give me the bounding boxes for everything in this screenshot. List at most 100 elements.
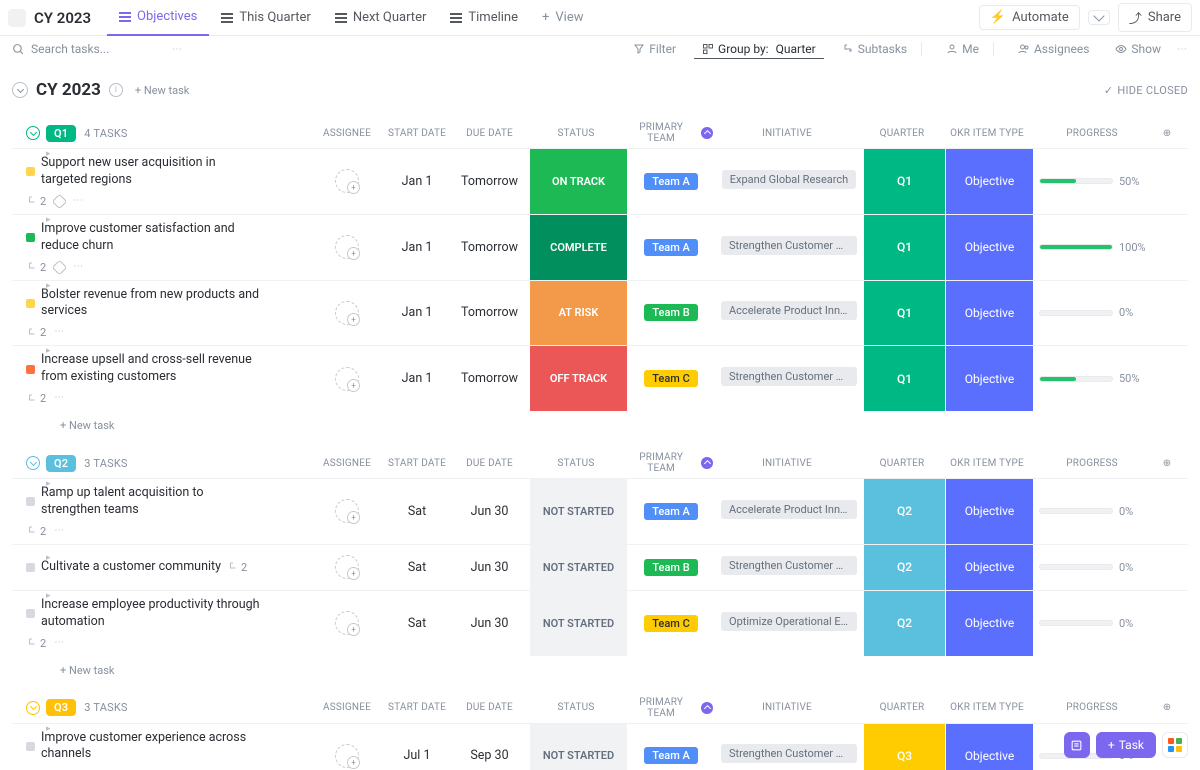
due-date[interactable]: Jun 30 — [452, 560, 527, 575]
assignee-avatar[interactable] — [335, 611, 359, 635]
tab-objectives[interactable]: Objectives — [107, 0, 209, 36]
link-badge[interactable] — [54, 261, 65, 274]
expand-icon[interactable]: ▸ — [46, 149, 51, 159]
progress-cell[interactable]: 0% — [1033, 617, 1155, 630]
col-team[interactable]: PRIMARY TEAM — [625, 697, 713, 719]
row-more[interactable]: ⋯ — [73, 195, 84, 208]
start-date[interactable]: Jul 1 — [382, 748, 452, 763]
col-quarter[interactable]: QUARTER — [861, 458, 943, 469]
due-date[interactable]: Tomorrow — [452, 174, 527, 189]
status-cell[interactable]: OFF TRACK — [530, 346, 627, 411]
subtask-count[interactable]: 2 — [26, 392, 46, 405]
search-more[interactable]: ⋯ — [172, 44, 183, 55]
assignee-avatar[interactable] — [335, 744, 359, 768]
assignee-avatar[interactable] — [335, 555, 359, 579]
initiative-chip[interactable]: Strengthen Customer Retenti... — [721, 744, 857, 763]
start-date[interactable]: Sat — [382, 616, 452, 631]
col-assignee[interactable]: ASSIGNEE — [312, 128, 382, 139]
start-date[interactable]: Sat — [382, 504, 452, 519]
team-chip[interactable]: Team A — [644, 173, 698, 190]
group-chip[interactable]: Q1 — [46, 125, 76, 142]
status-square-icon[interactable] — [26, 233, 35, 242]
initiative-chip[interactable]: Accelerate Product Innovation — [721, 301, 857, 320]
group-toggle[interactable] — [26, 126, 40, 140]
col-quarter[interactable]: QUARTER — [861, 128, 943, 139]
task-title[interactable]: Support new user acquisition in targeted… — [41, 155, 261, 189]
status-cell[interactable]: NOT STARTED — [530, 479, 627, 544]
new-task-row[interactable]: + New task — [12, 411, 1188, 440]
task-title[interactable]: Increase upsell and cross-sell revenue f… — [41, 352, 261, 386]
assignee-avatar[interactable] — [335, 235, 359, 259]
col-assignee[interactable]: ASSIGNEE — [312, 458, 382, 469]
group-chip[interactable]: Q3 — [46, 699, 76, 716]
col-initiative[interactable]: INITIATIVE — [713, 128, 861, 139]
assignee-avatar[interactable] — [335, 367, 359, 391]
status-square-icon[interactable] — [26, 742, 35, 751]
tab-this-quarter[interactable]: This Quarter — [209, 0, 322, 36]
show-button[interactable]: Show — [1107, 40, 1169, 58]
expand-icon[interactable]: ▸ — [46, 346, 51, 356]
row-more[interactable]: ⋯ — [54, 392, 65, 405]
team-chip[interactable]: Team C — [644, 370, 698, 387]
col-status[interactable]: STATUS — [527, 128, 625, 139]
subtask-count[interactable]: 2 — [26, 525, 46, 538]
row-more[interactable]: ⋯ — [54, 326, 65, 339]
group-by-button[interactable]: Group by: Quarter — [694, 40, 824, 59]
me-button[interactable]: Me — [938, 40, 987, 58]
team-chip[interactable]: Team A — [644, 503, 698, 520]
subtasks-button[interactable]: Subtasks — [834, 40, 915, 58]
hide-closed-button[interactable]: ✓ HIDE CLOSED — [1104, 84, 1188, 97]
progress-cell[interactable]: 0% — [1033, 505, 1155, 518]
status-square-icon[interactable] — [26, 299, 35, 308]
col-due[interactable]: DUE DATE — [452, 458, 527, 469]
group-toggle[interactable] — [26, 456, 40, 470]
subtask-count[interactable]: 2 — [26, 195, 46, 208]
progress-cell[interactable]: 50% — [1033, 175, 1155, 188]
task-row[interactable]: ▸ Cultivate a customer community 2 Sat J… — [12, 544, 1188, 590]
due-date[interactable]: Sep 30 — [452, 748, 527, 763]
expand-icon[interactable]: ▸ — [46, 281, 51, 291]
filter-button[interactable]: Filter — [625, 40, 684, 58]
task-title[interactable]: Improve customer satisfaction and reduce… — [41, 221, 261, 255]
status-cell[interactable]: NOT STARTED — [530, 724, 627, 770]
quarter-cell[interactable]: Q1 — [864, 149, 945, 214]
initiative-chip[interactable]: Expand Global Research — [722, 170, 856, 189]
subtask-count[interactable]: 2 — [227, 561, 247, 574]
share-button[interactable]: ⤴Share — [1118, 3, 1192, 32]
expand-icon[interactable]: ▸ — [46, 479, 51, 489]
quarter-cell[interactable]: Q2 — [864, 479, 945, 544]
col-initiative[interactable]: INITIATIVE — [713, 458, 861, 469]
initiative-chip[interactable]: Strengthen Customer Retenti... — [721, 236, 857, 255]
quarter-cell[interactable]: Q2 — [864, 591, 945, 656]
task-row[interactable]: ▸ Support new user acquisition in target… — [12, 148, 1188, 214]
search-input[interactable]: Search tasks... — [12, 42, 172, 56]
progress-cell[interactable]: 100% — [1033, 241, 1155, 254]
task-title[interactable]: Bolster revenue from new products and se… — [41, 287, 261, 321]
quarter-cell[interactable]: Q2 — [864, 545, 945, 590]
new-task-button[interactable]: + New task — [135, 84, 189, 97]
assignee-avatar[interactable] — [335, 499, 359, 523]
col-due[interactable]: DUE DATE — [452, 128, 527, 139]
tab-timeline[interactable]: Timeline — [438, 0, 530, 36]
quarter-cell[interactable]: Q1 — [864, 281, 945, 346]
row-more[interactable]: ⋯ — [54, 525, 65, 538]
col-progress[interactable]: PROGRESS — [1031, 702, 1153, 713]
status-square-icon[interactable] — [26, 167, 35, 176]
tab-next-quarter[interactable]: Next Quarter — [323, 0, 439, 36]
col-team[interactable]: PRIMARY TEAM — [625, 452, 713, 474]
status-cell[interactable]: NOT STARTED — [530, 545, 627, 590]
automate-button[interactable]: ⚡Automate — [979, 5, 1080, 30]
progress-cell[interactable]: 50% — [1033, 372, 1155, 385]
status-cell[interactable]: ON TRACK — [530, 149, 627, 214]
okr-cell[interactable]: Objective — [946, 281, 1033, 346]
subtask-count[interactable]: 2 — [26, 637, 46, 650]
col-status[interactable]: STATUS — [527, 458, 625, 469]
start-date[interactable]: Sat — [382, 560, 452, 575]
expand-icon[interactable]: ▸ — [46, 215, 51, 225]
team-chip[interactable]: Team A — [644, 239, 698, 256]
fab-task-button[interactable]: +Task — [1096, 732, 1156, 758]
team-chip[interactable]: Team A — [644, 747, 698, 764]
quarter-cell[interactable]: Q3 — [864, 724, 945, 770]
progress-cell[interactable]: 0% — [1033, 306, 1155, 319]
new-task-row[interactable]: + New task — [12, 656, 1188, 685]
